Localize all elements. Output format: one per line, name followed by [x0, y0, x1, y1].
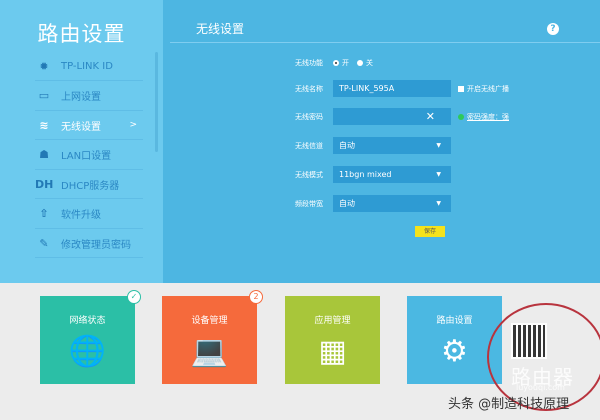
ssid-row: 无线名称 TP-LINK_595A 开启无线广播 [295, 80, 509, 97]
mode-select[interactable]: 11bgn mixed ▼ [333, 166, 451, 183]
lan-icon: ☗ [39, 148, 49, 161]
radio-off[interactable] [357, 59, 363, 66]
channel-value: 自动 [339, 141, 355, 150]
radio-on-label: 开 [342, 58, 349, 67]
sidebar-item-label: 软件升级 [61, 210, 101, 221]
dhcp-icon: DH [35, 177, 54, 191]
channel-select[interactable]: 自动 ▼ [333, 137, 451, 154]
wireless-function-row: 无线功能 开 关 [295, 54, 373, 71]
bandwidth-row: 频段带宽 自动 ▼ [295, 195, 451, 212]
channel-row: 无线信道 自动 ▼ [295, 137, 451, 154]
sidebar-item[interactable]: ☗ LAN口设置 [35, 141, 143, 170]
mode-row: 无线模式 11bgn mixed ▼ [295, 166, 451, 183]
broadcast-label: 开启无线广播 [467, 84, 509, 93]
radio-off-label: 关 [366, 58, 373, 67]
page-title: 无线设置 [196, 22, 245, 36]
clear-icon[interactable]: ✕ [426, 110, 435, 123]
tile-label: 设备管理 [191, 316, 228, 326]
tile[interactable]: 网络状态 🌐 ✓ [40, 290, 141, 384]
tile[interactable]: 应用管理 ▦ [285, 296, 380, 384]
divider [170, 42, 600, 43]
tile-label: 网络状态 [69, 316, 106, 326]
tile-icon: ▦ [318, 334, 347, 369]
mode-label: 无线模式 [295, 170, 323, 179]
upgrade-icon: ⇧ [39, 207, 49, 220]
sidebar-item[interactable]: ⇧ 软件升级 [35, 200, 143, 229]
chevron-right-icon: > [129, 120, 137, 130]
sidebar-scrollbar[interactable] [155, 52, 158, 152]
sidebar-item[interactable]: ✎ 修改管理员密码 [35, 229, 143, 258]
pencil-icon: ✎ [39, 236, 49, 250]
sidebar-title: 路由设置 [37, 22, 126, 46]
sidebar-item[interactable]: DH DHCP服务器 [35, 170, 143, 199]
tile-badge: ✓ [127, 290, 141, 304]
tile-icon: 💻 [190, 334, 229, 369]
sidebar-item-label: 无线设置 [61, 121, 101, 133]
ssid-label: 无线名称 [295, 84, 323, 93]
help-icon[interactable]: ? [547, 23, 559, 35]
password-row: 无线密码 ✕ 密码强度：强 [295, 108, 509, 125]
gear-icon: ✹ [39, 59, 49, 73]
sidebar-item-label: 修改管理员密码 [61, 239, 131, 251]
sidebar-item[interactable]: ≋ 无线设置 > [35, 111, 143, 140]
check-icon [458, 113, 464, 120]
chevron-down-icon: ▼ [436, 171, 441, 178]
sidebar-item-label: TP-LINK ID [61, 60, 113, 72]
save-button[interactable]: 保存 [415, 226, 445, 237]
password-input[interactable]: ✕ [333, 108, 451, 125]
router-panel: 路由设置 ✹ TP-LINK ID ▭ 上网设置 ≋ 无线设置 > ☗ LAN口设置 DH DHCP… [0, 0, 600, 283]
chevron-down-icon: ▼ [436, 142, 441, 149]
sidebar: 路由设置 ✹ TP-LINK ID ▭ 上网设置 ≋ 无线设置 > ☗ LAN口设置 DH DHCP… [0, 0, 163, 283]
radio-on[interactable] [333, 59, 339, 66]
password-label: 无线密码 [295, 112, 323, 121]
sidebar-item-label: 上网设置 [61, 92, 101, 103]
tile-label: 应用管理 [314, 316, 351, 326]
tile-icon: 🌐 [68, 334, 107, 369]
chevron-down-icon: ▼ [436, 200, 441, 207]
sidebar-item[interactable]: ▭ 上网设置 [35, 82, 143, 111]
laptop-icon: ▭ [38, 89, 50, 102]
watermark-credit: 头条 @制造科技原理 [448, 397, 570, 412]
wifi-icon: ≋ [39, 118, 49, 132]
tile[interactable]: 路由设置 ⚙ [407, 296, 502, 384]
tile-badge: 2 [249, 290, 263, 304]
sidebar-item-label: DHCP服务器 [61, 180, 120, 192]
channel-label: 无线信道 [295, 141, 323, 150]
mode-value: 11bgn mixed [339, 170, 392, 179]
password-strength: 密码强度：强 [467, 112, 509, 121]
bandwidth-value: 自动 [339, 199, 355, 208]
sidebar-item-label: LAN口设置 [61, 151, 112, 162]
ssid-input[interactable]: TP-LINK_595A [333, 80, 451, 97]
watermark-site: luyouqi.com [516, 383, 565, 392]
tile[interactable]: 设备管理 💻 2 [162, 290, 263, 384]
bandwidth-label: 频段带宽 [295, 199, 323, 208]
tile-label: 路由设置 [436, 316, 473, 326]
sidebar-item[interactable]: ✹ TP-LINK ID [35, 52, 143, 81]
bandwidth-select[interactable]: 自动 ▼ [333, 195, 451, 212]
broadcast-checkbox[interactable] [458, 85, 464, 92]
wireless-function-label: 无线功能 [295, 58, 323, 67]
